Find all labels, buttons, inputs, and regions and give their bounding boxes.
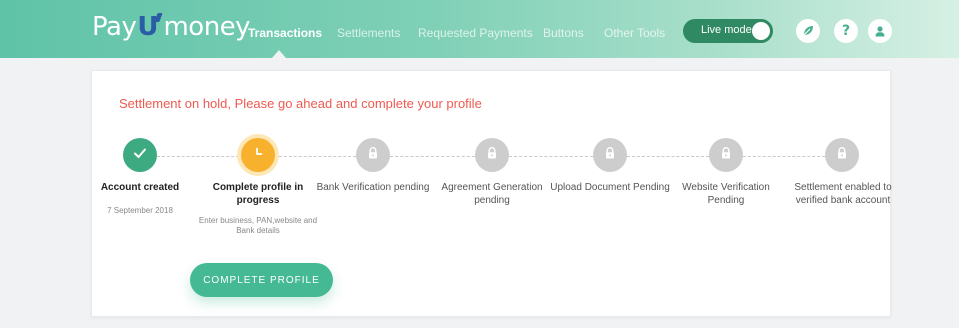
step-bank-verification — [356, 138, 390, 172]
toggle-knob — [752, 22, 770, 40]
step-title: Account created — [100, 182, 180, 193]
step-title: Settlement enabled to verified bank acco… — [794, 182, 892, 206]
logo-pay-text: Pay — [92, 12, 137, 42]
step-title: Complete profile in progress — [212, 182, 304, 206]
step-subtitle: 7 September 2018 — [107, 206, 173, 215]
nav-requested-payments[interactable]: Requested Payments — [418, 26, 533, 40]
help-icon: ? — [841, 23, 851, 39]
step-title: Bank Verification pending — [316, 182, 430, 193]
step-agreement-generation — [475, 138, 509, 172]
leaf-button[interactable] — [796, 19, 820, 43]
settlement-hold-alert: Settlement on hold, Please go ahead and … — [119, 96, 482, 111]
step-connector — [157, 156, 239, 157]
lock-icon — [485, 146, 499, 165]
lock-icon — [719, 146, 733, 165]
step-subtitle: Enter business, PAN,website and Bank det… — [198, 216, 318, 235]
nav-transactions[interactable]: Transactions — [248, 26, 322, 40]
step-title: Website Verification Pending — [682, 182, 770, 206]
lock-icon — [603, 146, 617, 165]
complete-profile-button[interactable]: COMPLETE PROFILE — [190, 263, 333, 297]
step-connector — [509, 156, 593, 157]
clock-icon — [250, 145, 266, 166]
nav-other-tools[interactable]: Other Tools — [604, 26, 665, 40]
help-button[interactable]: ? — [834, 19, 858, 43]
step-upload-document — [593, 138, 627, 172]
logo-money-text: money — [163, 12, 251, 42]
step-website-verification — [709, 138, 743, 172]
active-tab-caret — [272, 50, 286, 58]
step-title: Upload Document Pending — [550, 182, 670, 193]
live-mode-label: Live mode — [701, 24, 752, 36]
top-navigation-bar: Pay U money Transactions Settlements Req… — [0, 0, 959, 58]
live-mode-toggle[interactable]: Live mode — [683, 19, 773, 43]
step-connector — [279, 156, 356, 157]
payumoney-logo[interactable]: Pay U money — [92, 12, 251, 46]
step-settlement-enabled — [825, 138, 859, 172]
step-account-created — [123, 138, 157, 172]
logo-u-mark: U — [137, 12, 159, 42]
user-menu-button[interactable] — [868, 19, 892, 43]
lock-icon — [835, 146, 849, 165]
step-complete-profile — [241, 138, 275, 172]
leaf-icon — [801, 24, 815, 38]
step-connector — [743, 156, 825, 157]
step-connector — [390, 156, 475, 157]
user-icon — [873, 24, 887, 38]
check-icon — [132, 145, 148, 166]
lock-icon — [366, 146, 380, 165]
nav-settlements[interactable]: Settlements — [337, 26, 400, 40]
nav-buttons[interactable]: Buttons — [543, 26, 584, 40]
step-connector — [627, 156, 709, 157]
step-title: Agreement Generation pending — [441, 182, 543, 206]
